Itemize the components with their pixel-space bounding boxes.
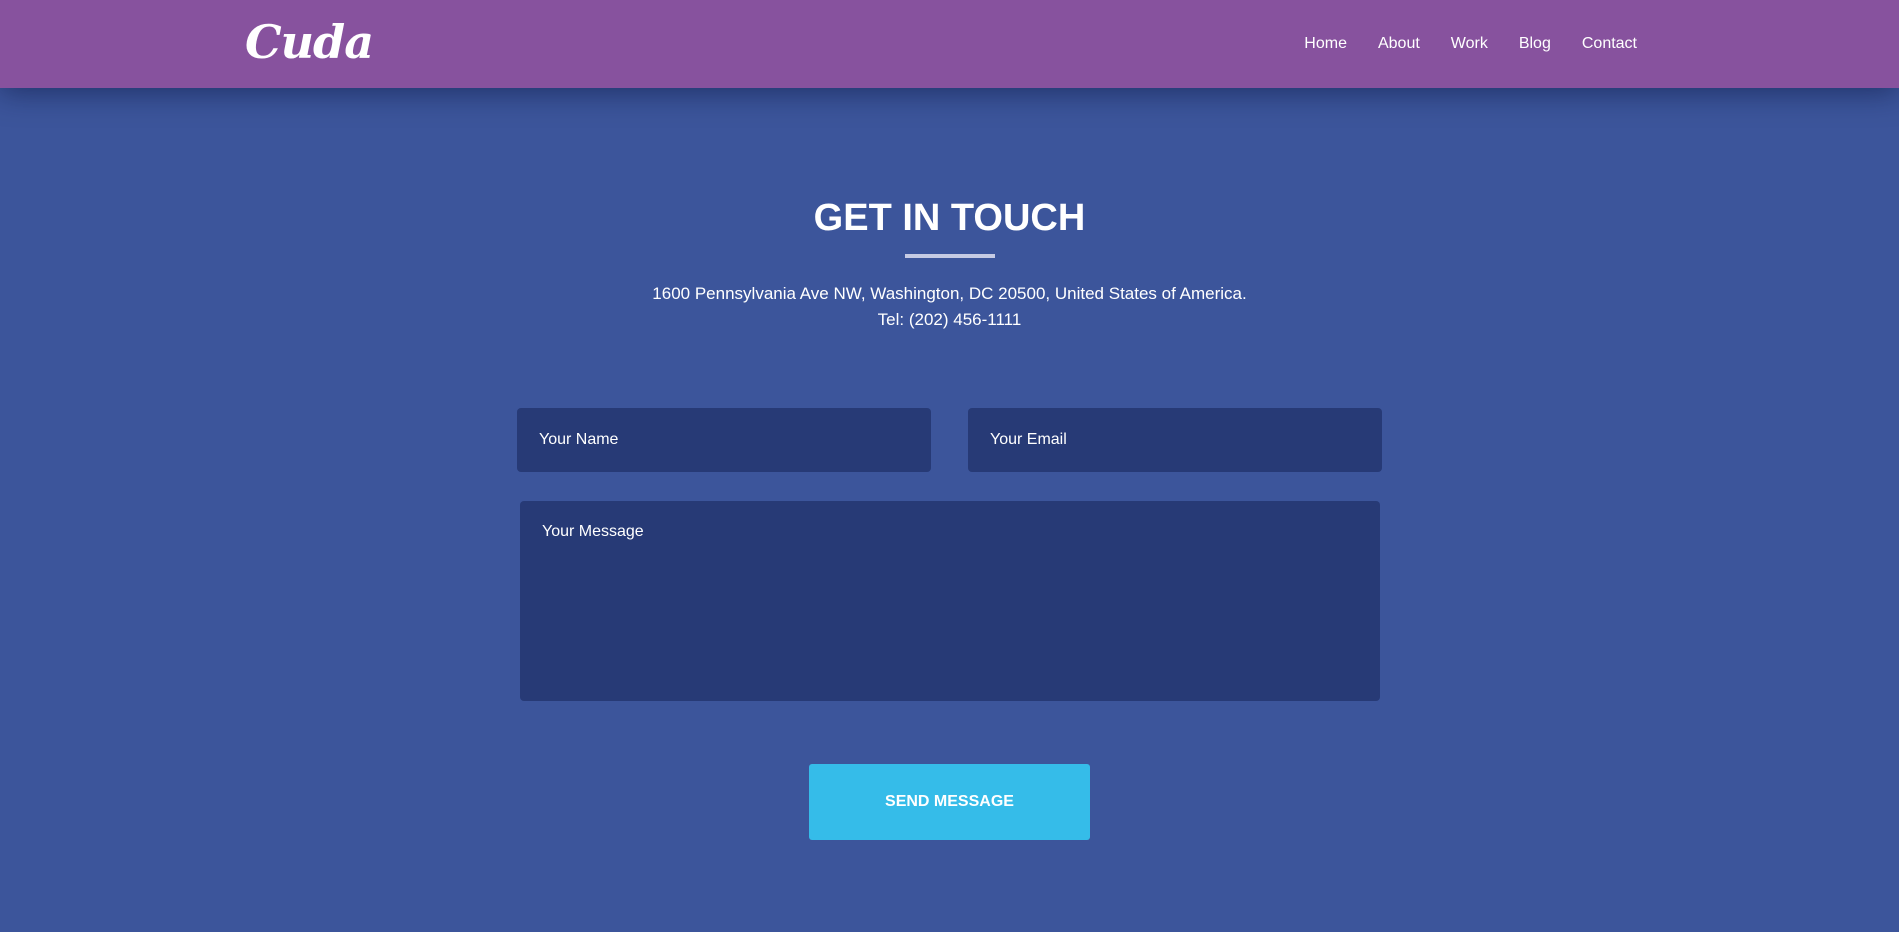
contact-info: 1600 Pennsylvania Ave NW, Washington, DC… [0,281,1899,333]
send-message-button[interactable]: SEND MESSAGE [809,764,1090,840]
main-nav: Home About Work Blog Contact [1273,0,1637,88]
logo[interactable]: Cuda [245,14,374,70]
email-input[interactable] [968,408,1382,472]
contact-section: GET IN TOUCH 1600 Pennsylvania Ave NW, W… [0,88,1899,932]
nav-about-link[interactable]: About [1378,35,1420,53]
nav-work-link[interactable]: Work [1451,35,1488,53]
site-header: Cuda Home About Work Blog Contact [0,0,1899,88]
nav-home-link[interactable]: Home [1304,35,1347,53]
phone-text: Tel: (202) 456-1111 [877,310,1022,329]
section-title: GET IN TOUCH [813,197,1086,239]
message-textarea[interactable] [520,501,1380,701]
nav-blog-link[interactable]: Blog [1519,35,1551,53]
title-divider [905,254,995,258]
address-text: 1600 Pennsylvania Ave NW, Washington, DC… [652,284,1247,303]
nav-contact-link[interactable]: Contact [1582,35,1637,53]
name-input[interactable] [517,408,931,472]
